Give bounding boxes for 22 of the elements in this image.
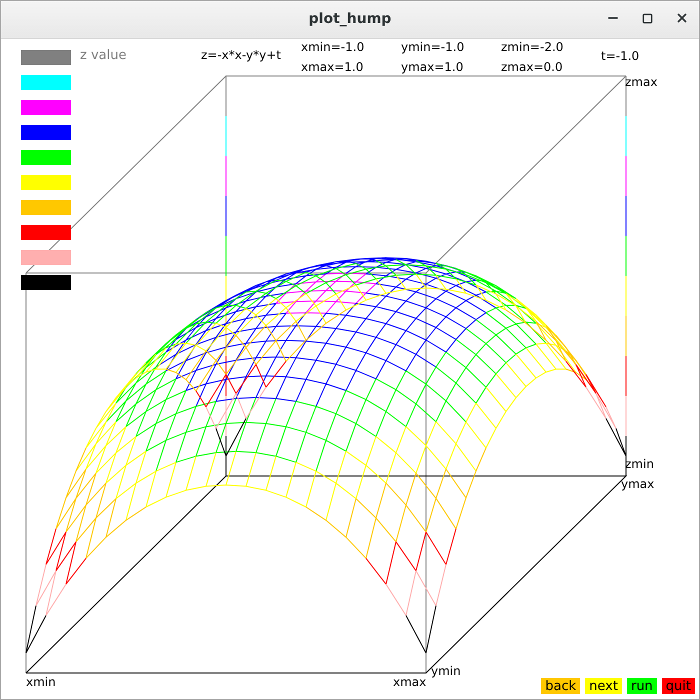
action-button[interactable]: back — [541, 678, 580, 694]
xmax-text: xmax=1.0 — [301, 61, 364, 73]
maximize-icon[interactable] — [642, 12, 653, 24]
zmin-text: zmin=-2.0 — [501, 41, 564, 53]
axis-label: zmax — [625, 76, 658, 88]
zmax-text: zmax=0.0 — [501, 61, 563, 73]
axis-label: zmin — [625, 458, 654, 470]
action-button[interactable]: next — [585, 678, 622, 694]
formula-text: z=-x*x-y*y+t — [201, 49, 281, 61]
axis-label: xmin — [26, 676, 56, 688]
ymin-text: ymin=-1.0 — [401, 41, 464, 53]
xmin-text: xmin=-1.0 — [301, 41, 364, 53]
t-text: t=-1.0 — [601, 50, 640, 62]
close-icon[interactable] — [675, 11, 689, 25]
window-title: plot_hump — [308, 10, 392, 29]
axis-label: ymax — [621, 478, 654, 490]
axis-label: xmax — [393, 676, 426, 688]
axis-label: ymin — [431, 665, 461, 677]
ymax-text: ymax=1.0 — [401, 61, 464, 73]
action-button[interactable]: quit — [662, 678, 695, 694]
action-button[interactable]: run — [626, 678, 657, 694]
legend-label: z value — [80, 49, 126, 62]
